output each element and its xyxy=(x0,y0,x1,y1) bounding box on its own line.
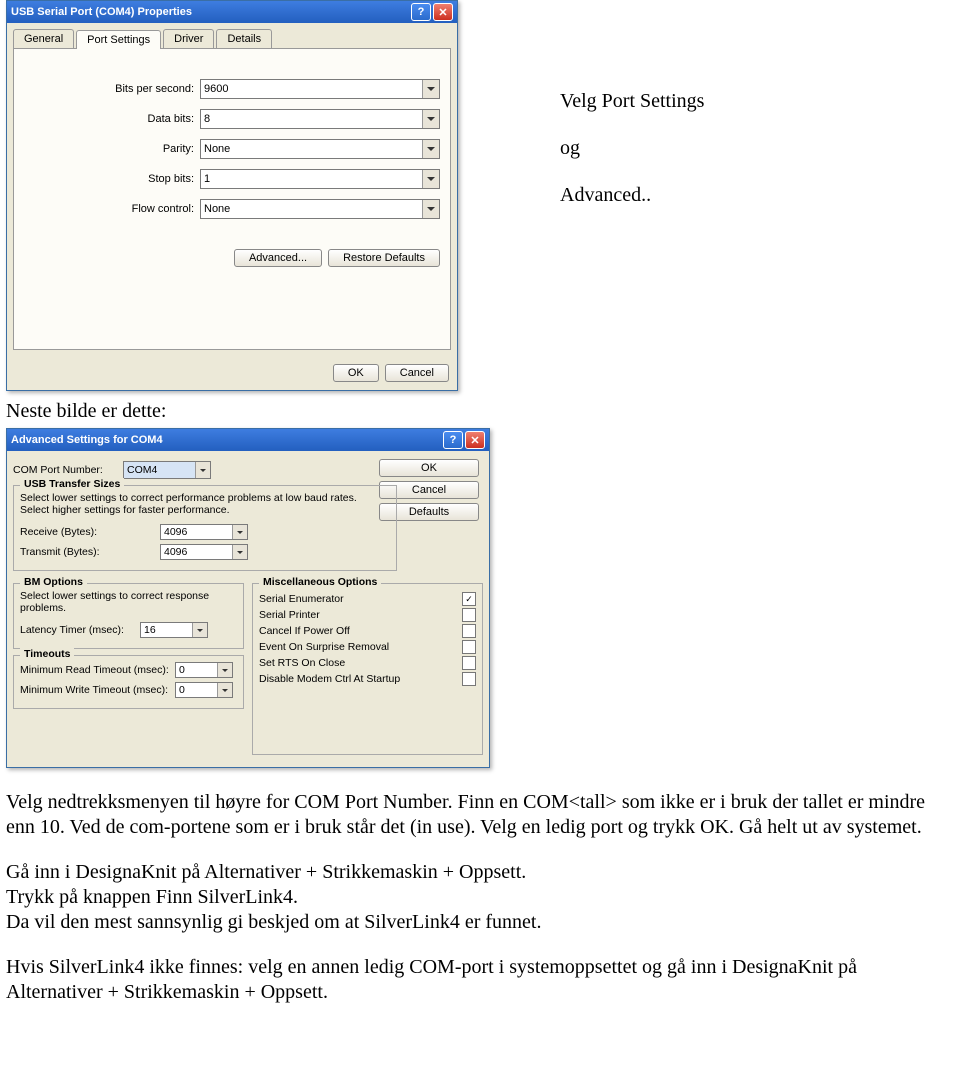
latency-input[interactable]: 16 xyxy=(140,622,208,638)
chevron-down-icon xyxy=(422,80,439,98)
comport-select[interactable]: COM4 xyxy=(123,461,211,479)
ok-button[interactable]: OK xyxy=(379,459,479,477)
databits-label: Data bits: xyxy=(24,113,200,125)
transmit-label: Transmit (Bytes): xyxy=(20,546,160,558)
chevron-down-icon xyxy=(422,110,439,128)
transmit-value: 4096 xyxy=(164,546,187,558)
advanced-button[interactable]: Advanced... xyxy=(234,249,322,267)
side-line-3: Advanced.. xyxy=(560,184,704,207)
misc-opt-label: Disable Modem Ctrl At Startup xyxy=(259,673,400,685)
receive-input[interactable]: 4096 xyxy=(160,524,248,540)
chevron-down-icon xyxy=(217,663,232,677)
parity-label: Parity: xyxy=(24,143,200,155)
min-write-value: 0 xyxy=(179,684,185,696)
bm-group-title: BM Options xyxy=(20,576,87,588)
bm-note: Select lower settings to correct respons… xyxy=(20,590,237,614)
tab-details[interactable]: Details xyxy=(216,29,272,48)
min-read-value: 0 xyxy=(179,664,185,676)
side-line-2: og xyxy=(560,137,704,160)
misc-title: Miscellaneous Options xyxy=(259,576,381,588)
chevron-down-icon xyxy=(195,462,210,478)
help-icon[interactable]: ? xyxy=(411,3,431,21)
receive-value: 4096 xyxy=(164,526,187,538)
set-rts-checkbox[interactable] xyxy=(462,656,476,670)
flowcontrol-value: None xyxy=(204,203,230,215)
window-title: Advanced Settings for COM4 xyxy=(11,434,163,446)
cancel-if-poweroff-checkbox[interactable] xyxy=(462,624,476,638)
misc-opt-label: Serial Enumerator xyxy=(259,593,344,605)
close-icon[interactable]: ✕ xyxy=(433,3,453,21)
usb-group-title: USB Transfer Sizes xyxy=(20,478,124,490)
serial-printer-checkbox[interactable] xyxy=(462,608,476,622)
transmit-input[interactable]: 4096 xyxy=(160,544,248,560)
tabstrip: General Port Settings Driver Details xyxy=(7,23,457,48)
min-read-label: Minimum Read Timeout (msec): xyxy=(20,664,175,676)
chevron-down-icon xyxy=(422,200,439,218)
cancel-button[interactable]: Cancel xyxy=(385,364,449,382)
receive-label: Receive (Bytes): xyxy=(20,526,160,538)
chevron-down-icon xyxy=(232,545,247,559)
latency-value: 16 xyxy=(144,624,156,636)
titlebar[interactable]: USB Serial Port (COM4) Properties ? ✕ xyxy=(7,1,457,23)
misc-opt-label: Serial Printer xyxy=(259,609,320,621)
tab-driver[interactable]: Driver xyxy=(163,29,214,48)
misc-opt-label: Event On Surprise Removal xyxy=(259,641,389,653)
help-icon[interactable]: ? xyxy=(443,431,463,449)
parity-value: None xyxy=(204,143,230,155)
stopbits-value: 1 xyxy=(204,173,210,185)
stopbits-select[interactable]: 1 xyxy=(200,169,440,189)
min-write-label: Minimum Write Timeout (msec): xyxy=(20,684,175,696)
restore-defaults-button[interactable]: Restore Defaults xyxy=(328,249,440,267)
titlebar[interactable]: Advanced Settings for COM4 ? ✕ xyxy=(7,429,489,451)
doc-paragraph-4: Da vil den mest sannsynlig gi beskjed om… xyxy=(6,910,950,935)
chevron-down-icon xyxy=(422,140,439,158)
tab-general[interactable]: General xyxy=(13,29,74,48)
doc-paragraph-2: Gå inn i DesignaKnit på Alternativer + S… xyxy=(6,860,950,885)
document-body: Velg nedtrekksmenyen til høyre for COM P… xyxy=(6,790,950,1005)
misc-opt-label: Cancel If Power Off xyxy=(259,625,350,637)
usb-note-1: Select lower settings to correct perform… xyxy=(20,492,390,504)
misc-opt-label: Set RTS On Close xyxy=(259,657,345,669)
serial-enumerator-checkbox[interactable]: ✓ xyxy=(462,592,476,606)
bps-value: 9600 xyxy=(204,83,228,95)
doc-paragraph-1: Velg nedtrekksmenyen til høyre for COM P… xyxy=(6,790,950,840)
min-read-input[interactable]: 0 xyxy=(175,662,233,678)
chevron-down-icon xyxy=(232,525,247,539)
tab-port-settings[interactable]: Port Settings xyxy=(76,30,161,49)
comport-label: COM Port Number: xyxy=(13,464,123,476)
timeouts-title: Timeouts xyxy=(20,648,74,660)
chevron-down-icon xyxy=(192,623,207,637)
ok-button[interactable]: OK xyxy=(333,364,379,382)
advanced-dialog: Advanced Settings for COM4 ? ✕ OK Cancel… xyxy=(6,428,490,768)
disable-modem-checkbox[interactable] xyxy=(462,672,476,686)
side-line-1: Velg Port Settings xyxy=(560,90,704,113)
tab-body: Bits per second: 9600 Data bits: 8 Parit… xyxy=(13,48,451,350)
bps-select[interactable]: 9600 xyxy=(200,79,440,99)
flowcontrol-label: Flow control: xyxy=(24,203,200,215)
usb-note-2: Select higher settings for faster perfor… xyxy=(20,504,390,516)
close-icon[interactable]: ✕ xyxy=(465,431,485,449)
stopbits-label: Stop bits: xyxy=(24,173,200,185)
chevron-down-icon xyxy=(422,170,439,188)
event-surprise-checkbox[interactable] xyxy=(462,640,476,654)
parity-select[interactable]: None xyxy=(200,139,440,159)
bps-label: Bits per second: xyxy=(24,83,200,95)
doc-paragraph-3: Trykk på knappen Finn SilverLink4. xyxy=(6,885,950,910)
comport-value: COM4 xyxy=(127,464,157,476)
databits-value: 8 xyxy=(204,113,210,125)
doc-paragraph-5: Hvis SilverLink4 ikke finnes: velg en an… xyxy=(6,955,950,1005)
chevron-down-icon xyxy=(217,683,232,697)
window-title: USB Serial Port (COM4) Properties xyxy=(11,6,192,18)
flowcontrol-select[interactable]: None xyxy=(200,199,440,219)
latency-label: Latency Timer (msec): xyxy=(20,624,140,636)
min-write-input[interactable]: 0 xyxy=(175,682,233,698)
properties-dialog: USB Serial Port (COM4) Properties ? ✕ Ge… xyxy=(6,0,458,391)
side-instructions: Velg Port Settings og Advanced.. xyxy=(560,90,704,231)
between-text: Neste bilde er dette: xyxy=(6,400,167,423)
databits-select[interactable]: 8 xyxy=(200,109,440,129)
